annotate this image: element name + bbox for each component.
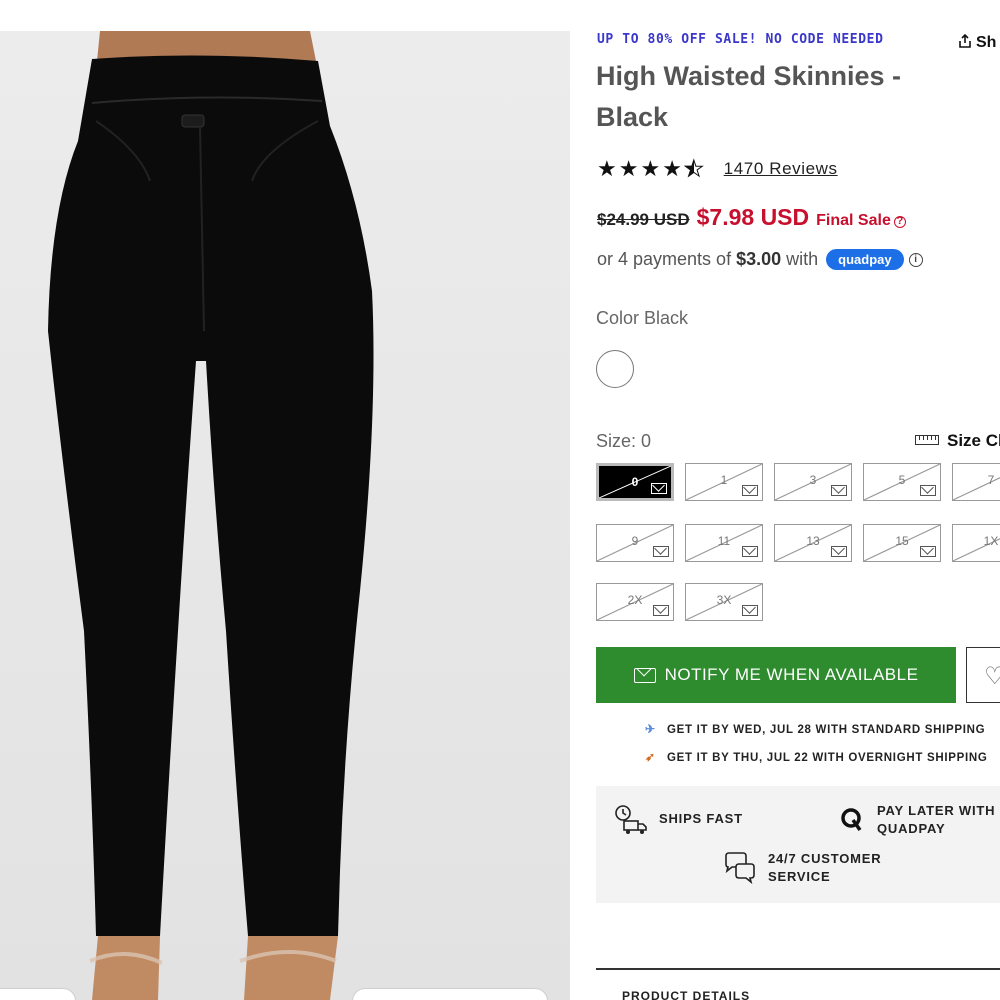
size-option-9[interactable]: 9 [596, 524, 674, 562]
standard-shipping: ✈ GET IT BY WED, JUL 28 WITH STANDARD SHI… [645, 722, 985, 736]
service-line1: 24/7 CUSTOMER [768, 851, 882, 866]
product-details-heading[interactable]: PRODUCT DETAILS [622, 989, 750, 1000]
original-price: $24.99 USD [597, 210, 690, 229]
chat-bubbles-icon [725, 852, 755, 884]
installments-row: or 4 payments of $3.00 with quadpay i [597, 249, 923, 270]
installment-amount: $3.00 [736, 249, 782, 269]
heart-icon: ♡ [984, 663, 1000, 690]
star-rating: ★ ★ ★ ★ ★ [597, 156, 704, 181]
size-option-3[interactable]: 3 [774, 463, 852, 501]
price-row: $24.99 USD $7.98 USD Final Sale? [597, 204, 906, 231]
envelope-icon [653, 546, 669, 557]
perks-panel: SHIPS FAST PAY LATER WITH QUADPAY 24/7 C… [596, 786, 1000, 903]
size-option-3x[interactable]: 3X [685, 583, 763, 621]
notify-button[interactable]: NOTIFY ME WHEN AVAILABLE [596, 647, 956, 703]
rocket-icon: ➶ [645, 750, 656, 764]
notify-label: NOTIFY ME WHEN AVAILABLE [664, 665, 919, 684]
size-option-1x[interactable]: 1X [952, 524, 1000, 562]
promo-banner[interactable]: UP TO 80% OFF SALE! NO CODE NEEDED [597, 32, 884, 47]
thumbnail-nav-left[interactable] [0, 988, 76, 1000]
size-option-0[interactable]: 0 [596, 463, 674, 501]
share-button[interactable]: Sh [958, 34, 996, 52]
envelope-icon [651, 483, 667, 494]
star-full-icon: ★ [640, 156, 661, 181]
product-title: High Waisted Skinnies - Black [596, 61, 902, 132]
star-full-icon: ★ [597, 156, 617, 181]
customer-service-label: 24/7 CUSTOMER SERVICE [768, 850, 881, 886]
final-sale-label: Final Sale [816, 212, 891, 229]
envelope-icon [633, 667, 656, 683]
product-photo[interactable] [0, 31, 570, 1000]
color-label: Color Black [596, 308, 689, 328]
section-divider [596, 968, 1000, 970]
star-half-icon: ★ [683, 156, 704, 181]
pay-later-line2: QUADPAY [877, 821, 946, 836]
service-line2: SERVICE [768, 869, 831, 884]
size-option-2x[interactable]: 2X [596, 583, 674, 621]
installments-suffix: with [786, 249, 819, 269]
jeans-image [48, 31, 374, 1000]
standard-shipping-text: GET IT BY WED, JUL 28 WITH STANDARD SHIP… [667, 724, 986, 736]
info-icon[interactable]: i [908, 252, 923, 267]
star-full-icon: ★ [618, 156, 639, 181]
size-option-13[interactable]: 13 [774, 524, 852, 562]
reviews-link[interactable]: 1470 Reviews [724, 159, 838, 179]
rating-row: ★ ★ ★ ★ ★ 1470 Reviews [597, 156, 838, 181]
star-full-icon: ★ [662, 156, 682, 181]
envelope-icon [920, 546, 936, 557]
envelope-icon [831, 546, 847, 557]
quadpay-q-icon [841, 808, 862, 832]
size-chart-link[interactable]: Size Cl [915, 431, 1000, 451]
ships-fast-label: SHIPS FAST [659, 811, 743, 826]
envelope-icon [742, 485, 758, 496]
pay-later-label: PAY LATER WITH QUADPAY [877, 802, 995, 838]
size-option-label: 1X [983, 534, 999, 548]
size-option-1[interactable]: 1 [685, 463, 763, 501]
overnight-shipping: ➶ GET IT BY THU, JUL 22 WITH OVERNIGHT SH… [645, 750, 988, 764]
size-option-15[interactable]: 15 [863, 524, 941, 562]
overnight-shipping-text: GET IT BY THU, JUL 22 WITH OVERNIGHT SHI… [667, 752, 988, 764]
airplane-icon: ✈ [645, 722, 656, 736]
size-option-7[interactable]: 7 [952, 463, 1000, 501]
envelope-icon [653, 605, 669, 616]
wishlist-button[interactable]: ♡ [966, 647, 1000, 703]
size-option-11[interactable]: 11 [685, 524, 763, 562]
quadpay-badge[interactable]: quadpay [826, 249, 904, 270]
question-icon: ? [893, 216, 906, 228]
size-label: Size: 0 [596, 431, 652, 451]
color-swatch-black[interactable] [596, 350, 634, 388]
envelope-icon [920, 485, 936, 496]
envelope-icon [742, 546, 758, 557]
final-sale-note[interactable]: Final Sale? [816, 212, 906, 230]
size-chart-label: Size Cl [947, 431, 1000, 450]
installments-prefix: or 4 payments of [597, 249, 732, 269]
pay-later-line1: PAY LATER WITH [877, 803, 996, 818]
sale-price: $7.98 USD [696, 204, 810, 230]
ruler-icon [915, 435, 939, 445]
share-label: Sh [976, 34, 997, 51]
envelope-icon [742, 605, 758, 616]
size-option-label: 7 [987, 473, 995, 487]
thumbnail-nav-right[interactable] [352, 988, 548, 1000]
envelope-icon [831, 485, 847, 496]
size-option-5[interactable]: 5 [863, 463, 941, 501]
clock-truck-icon [615, 805, 647, 834]
share-icon [959, 34, 971, 48]
